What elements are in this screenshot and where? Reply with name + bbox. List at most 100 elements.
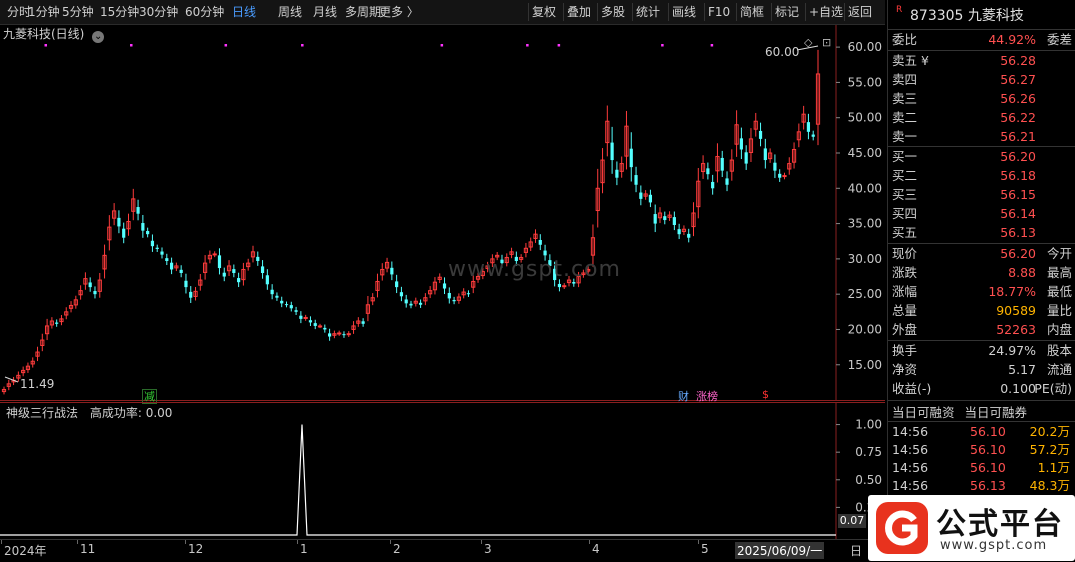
toolbar-button-overlay[interactable]: 叠加 (567, 0, 591, 24)
period-tab-daily[interactable]: 日线 (232, 0, 256, 24)
toolbar-button-fuquan[interactable]: 复权 (532, 0, 556, 24)
wei-bi-row: 委比 44.92% 委差 (892, 31, 1072, 49)
toolbar-separator (632, 3, 633, 21)
toolbar-separator (844, 3, 845, 21)
gear-icon[interactable]: ⌄ (92, 31, 105, 43)
mark-dollar[interactable]: $ (762, 388, 769, 401)
candle-body-down (687, 233, 691, 238)
trade-row: 14:56 56.13 48.3万 (892, 477, 1072, 495)
stock-code: 873305 (910, 8, 964, 24)
tab-margin-financing[interactable]: 当日可融资 (892, 405, 955, 420)
margin-tabs: 当日可融资 当日可融券 (892, 402, 1027, 421)
bid-row-2: 买二 56.18 (892, 167, 1072, 185)
stat-row-3-value: 90589 (996, 303, 1036, 318)
indicator-y-tick-label: 1.00 (855, 418, 882, 432)
x-axis-tick (390, 540, 391, 544)
bid-row-2-label: 买二 (892, 168, 918, 183)
toolbar-button-add-watch[interactable]: +自选 (809, 0, 843, 24)
stat-row-1-value: 8.88 (1008, 265, 1036, 280)
x-axis-label: 2025/06/09/一 (735, 542, 825, 559)
stat2-row-2: 收益(-) 0.100 PE(动) (892, 380, 1072, 398)
tab-margin-securities[interactable]: 当日可融券 (965, 405, 1028, 420)
period-tab-60min[interactable]: 60分钟 (185, 0, 224, 24)
trade-price: 56.13 (970, 478, 1006, 493)
period-tab-1min[interactable]: 1分钟 (28, 0, 60, 24)
ask-row-5-label: 卖五 ¥ (892, 53, 929, 68)
candle-body-down (418, 302, 423, 305)
toolbar-button-mark[interactable]: 标记 (775, 0, 799, 24)
indicator-line (0, 424, 836, 536)
candle-body-down (122, 228, 126, 238)
trade-row: 14:56 56.10 1.1万 (892, 459, 1072, 477)
candle-body-down (739, 138, 743, 150)
y-tick-label: 60.00 (848, 40, 882, 54)
stat-row-4-label: 外盘 (892, 322, 918, 337)
candle-body-up (303, 316, 308, 319)
wei-bi-label: 委比 (892, 32, 918, 47)
indicator-y-tick-label: 0.50 (855, 473, 882, 487)
period-tab-15min[interactable]: 15分钟 (100, 0, 139, 24)
toolbar-button-f10[interactable]: F10 (708, 0, 730, 24)
period-tab-more[interactable]: 更多 〉 (379, 0, 419, 24)
bid-row-3-value: 56.15 (1000, 187, 1036, 202)
candle-body-down (93, 291, 97, 295)
indicator-chart[interactable]: 0.250.500.751.00 (0, 402, 885, 539)
toolbar-button-draw-line[interactable]: 画线 (672, 0, 696, 24)
indicator-title[interactable]: 神级三行战法 (6, 406, 78, 420)
ask-row-5: 卖五 ¥ 56.28 (892, 52, 1072, 70)
period-tab-weekly[interactable]: 周线 (278, 0, 302, 24)
indicator-label: 高成功率: (89, 406, 142, 420)
candle-body-down (763, 148, 767, 161)
diamond-icon[interactable]: ◇ (804, 36, 812, 49)
candle-body-down (677, 229, 681, 235)
toolbar-separator (597, 3, 598, 21)
toolbar-separator (563, 3, 564, 21)
signal-dot (301, 44, 304, 47)
toolbar-button-back[interactable]: 返回 (848, 0, 872, 24)
stat-row-4: 外盘 52263 内盘 (892, 321, 1072, 339)
candle-body-down (744, 152, 748, 164)
candle-body-down (141, 223, 145, 231)
signal-dot (661, 44, 664, 47)
zoom-icon[interactable]: ⊡ (822, 36, 831, 49)
toolbar-button-simple-frame[interactable]: 简框 (740, 0, 764, 24)
stat2-row-2-label: 收益(-) (892, 381, 932, 396)
x-axis-label: 5 (701, 542, 709, 556)
candle-body-down (653, 214, 657, 224)
date-axis: 2024年 11 12 1 2 3 4 5 2025/06/09/一日 (0, 539, 885, 562)
trade-price: 56.10 (970, 424, 1006, 439)
y-tick-label: 55.00 (848, 75, 882, 89)
candle-body-down (189, 291, 193, 298)
toolbar-separator (805, 3, 806, 21)
toolbar-button-stats[interactable]: 统计 (636, 0, 660, 24)
toolbar-button-multi-stock[interactable]: 多股 (601, 0, 625, 24)
trade-volume: 1.1万 (1037, 460, 1070, 475)
candle-body-down (399, 292, 404, 297)
candle-body-down (663, 216, 667, 221)
period-tab-30min[interactable]: 30分钟 (139, 0, 178, 24)
candle-body-down (165, 258, 169, 261)
stat-row-3-right-label: 量比 (1046, 303, 1072, 318)
x-axis-tick (297, 540, 298, 544)
stat-row-2-label: 涨幅 (892, 284, 918, 299)
ask-row-2-label: 卖二 (892, 110, 918, 125)
y-tick-label: 45.00 (848, 146, 882, 160)
candle-body-down (160, 251, 164, 255)
candle-body-down (155, 247, 159, 249)
candle-body-down (706, 168, 710, 175)
kline-chart[interactable]: 15.00 20.00 25.00 30.00 35.00 40.00 45.00 50.00… (0, 25, 885, 401)
candle-body-down (222, 272, 226, 277)
period-tab-5min[interactable]: 5分钟 (62, 0, 94, 24)
stat2-row-0-value: 24.97% (988, 343, 1036, 358)
period-tab-multi-period[interactable]: 多周期 (345, 0, 381, 24)
high-price-label: 60.00 (765, 45, 800, 59)
candle-body-down (610, 142, 614, 161)
trade-time: 14:56 (892, 460, 929, 475)
ask-row-3: 卖三 56.26 (892, 90, 1072, 108)
indicator-value: 0.00 (145, 406, 173, 420)
bid-row-3-label: 买三 (892, 187, 918, 202)
period-tab-monthly[interactable]: 月线 (313, 0, 337, 24)
candle-body-down (294, 310, 298, 312)
candle-body-down (409, 303, 413, 306)
candle-body-down (342, 334, 346, 336)
